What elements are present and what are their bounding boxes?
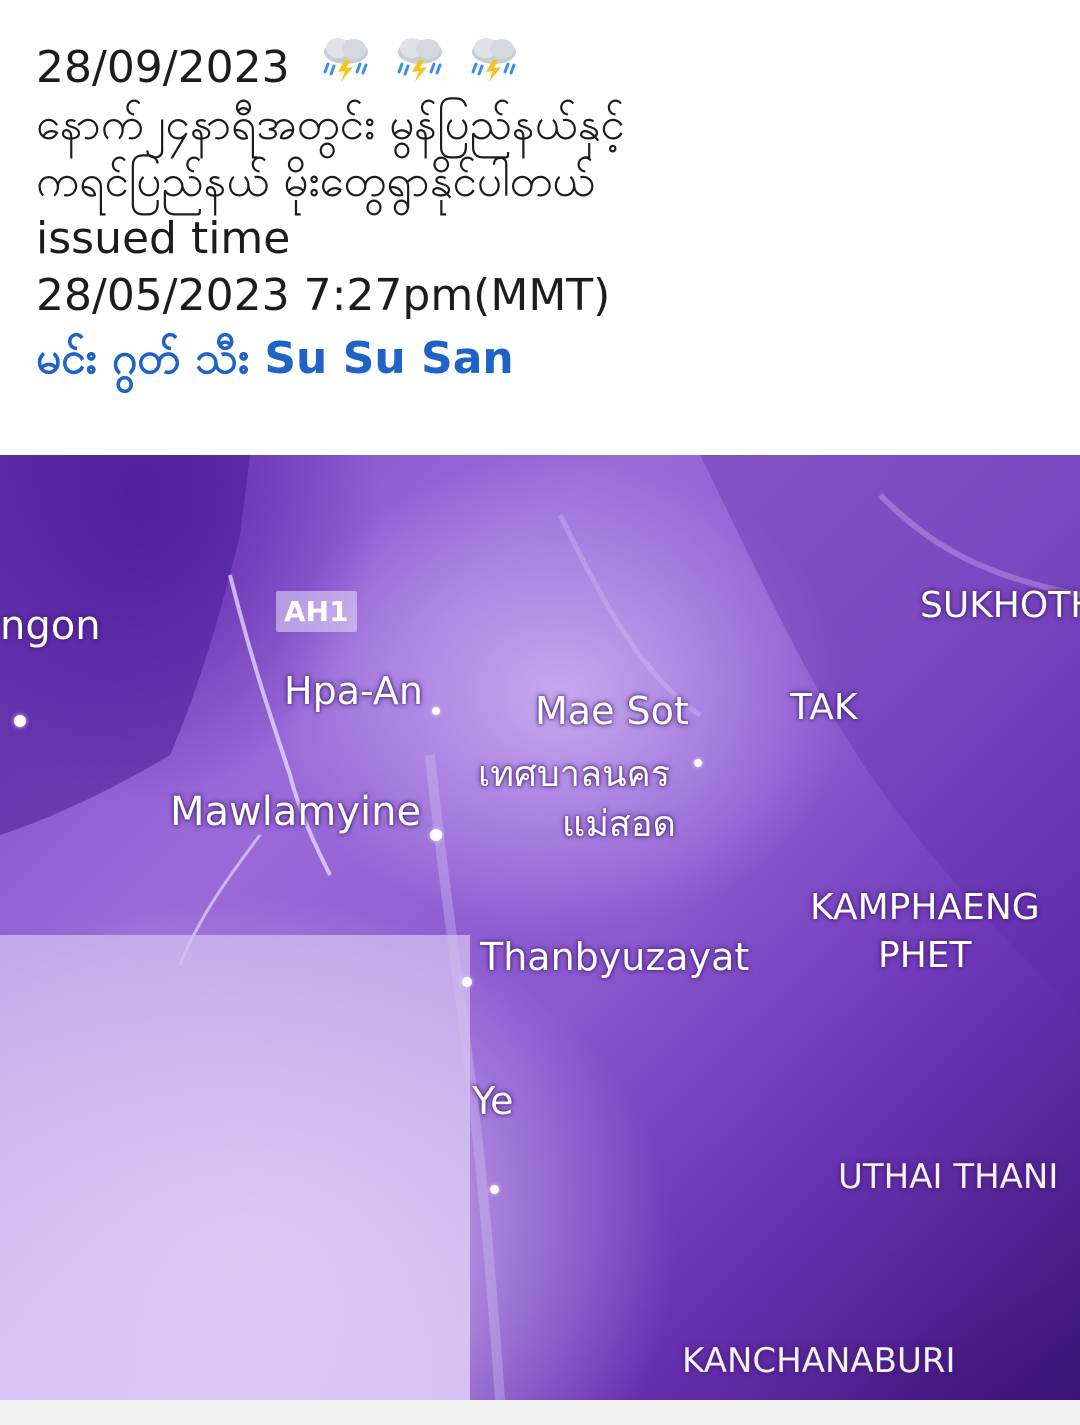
post: 28/09/2023 နောက်၂၄နာရီအတွင်း မွန်ပြည်နယ်… (0, 0, 1080, 1425)
forecast-line-1: နောက်၂၄နာရီအတွင်း မွန်ပြည်နယ်နှင့် (36, 99, 625, 150)
yangon-dot (14, 715, 26, 727)
label-mawlamyine: Mawlamyine (170, 789, 422, 835)
label-kanchanaburi: KANCHANABURI (682, 1341, 956, 1381)
date-line: 28/09/2023 (36, 36, 1046, 96)
bottom-divider (0, 1400, 1080, 1425)
thunderstorm-icon (471, 38, 516, 82)
label-kamphaeng-1: KAMPHAENG (810, 887, 1040, 928)
thanbyuzayat-dot (462, 977, 472, 987)
road-badge-ah1: AH1 (276, 591, 357, 632)
forecast-line-2: ကရင်ပြည်နယ် မိုးတွေရွာနိုင်ပါတယ် (36, 156, 596, 207)
mae-sot-dot (694, 759, 702, 767)
post-text[interactable]: 28/09/2023 နောက်၂၄နာရီအတွင်း မွန်ပြည်နယ်… (36, 36, 1046, 387)
sea-area (0, 935, 470, 1400)
ye-dot (490, 1185, 499, 1194)
label-mae-sot-thai-2: แม่สอด (562, 804, 676, 845)
post-date: 28/09/2023 (36, 42, 290, 93)
thunderstorm-icon (397, 38, 442, 82)
label-mae-sot-thai-1: เทศบาลนคร (478, 754, 671, 795)
weather-map-image[interactable]: AH1 ngon Hpa-An Mawlamyine Mae Sot เทศบา… (0, 455, 1080, 1400)
mawlamyine-dot (430, 829, 442, 841)
label-hpa-an: Hpa-An (284, 669, 423, 713)
label-uthai-thani: UTHAI THANI (838, 1157, 1059, 1197)
label-thanbyuzayat: Thanbyuzayat (480, 935, 750, 979)
label-yangon: ngon (0, 603, 101, 649)
label-sukhothai: SUKHOTH (920, 585, 1080, 626)
label-kamphaeng-2: PHET (878, 935, 972, 976)
thunderstorm-icon (323, 38, 368, 82)
author-credit[interactable]: မင်း ဂွတ် သီး Su Su San (36, 330, 1046, 387)
issued-label: issued time (36, 213, 291, 264)
issued-value: 28/05/2023 7:27pm(MMT) (36, 270, 611, 321)
label-tak: TAK (790, 687, 858, 728)
label-mae-sot: Mae Sot (535, 689, 689, 733)
hpa-an-dot (432, 707, 440, 715)
label-ye: Ye (472, 1079, 514, 1123)
